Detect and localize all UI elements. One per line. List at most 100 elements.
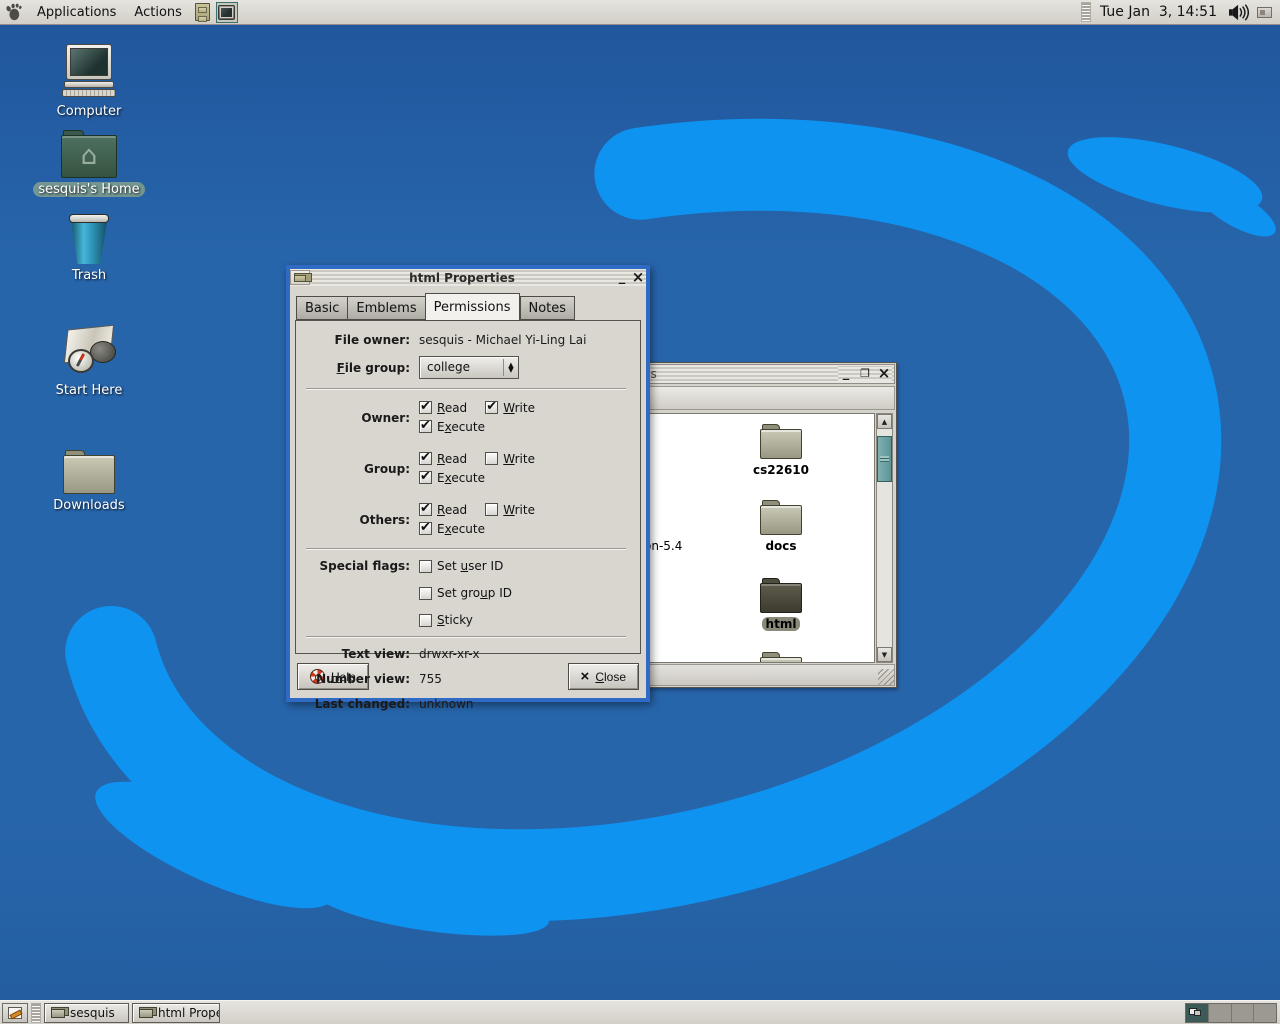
compass-map-icon bbox=[60, 327, 118, 379]
owner-execute-checkbox[interactable] bbox=[419, 420, 432, 433]
separator bbox=[306, 548, 626, 550]
folder-label: docs bbox=[761, 539, 800, 553]
terminal-launcher[interactable] bbox=[216, 2, 238, 23]
folder-label: cs22610 bbox=[749, 463, 813, 477]
scroll-down-button[interactable]: ▼ bbox=[877, 647, 892, 662]
folder-icon-selected bbox=[760, 578, 802, 613]
file-owner-value: sesquis - Michael Yi-Ling Lai bbox=[419, 333, 628, 347]
desktop-icon-downloads[interactable]: Downloads bbox=[33, 450, 145, 513]
resize-grip[interactable] bbox=[878, 669, 894, 685]
close-icon[interactable]: × bbox=[630, 270, 646, 285]
last-changed-label: Last changed: bbox=[304, 697, 410, 711]
tab-bar: Basic Emblems Permissions Notes bbox=[290, 286, 646, 320]
permissions-tab-page: File owner: sesquis - Michael Yi-Ling La… bbox=[295, 320, 641, 654]
sticky-checkbox[interactable] bbox=[419, 614, 432, 627]
desktop-icon-label: Trash bbox=[67, 268, 111, 283]
workspace-2[interactable] bbox=[1209, 1004, 1232, 1022]
desktop-icon-home[interactable]: ⌂ sesquis's Home bbox=[33, 130, 145, 197]
file-group-label: File group: bbox=[304, 361, 410, 375]
number-view-value: 755 bbox=[419, 672, 628, 686]
others-row-label: Others: bbox=[304, 513, 410, 527]
scroll-up-button[interactable]: ▲ bbox=[877, 414, 892, 429]
desktop-icon-label: Computer bbox=[52, 104, 127, 119]
workspace-1[interactable] bbox=[1186, 1004, 1209, 1022]
file-cabinet-icon bbox=[195, 3, 210, 21]
owner-read-checkbox[interactable] bbox=[419, 401, 432, 414]
separator bbox=[306, 388, 626, 390]
set-user-id-checkbox[interactable] bbox=[419, 560, 432, 573]
group-write-checkbox[interactable] bbox=[485, 452, 498, 465]
desktop-icon-start-here[interactable]: Start Here bbox=[33, 327, 145, 398]
actions-menu[interactable]: Actions bbox=[125, 2, 191, 23]
others-read-checkbox[interactable] bbox=[419, 503, 432, 516]
task-button-html-properties[interactable]: html Prope bbox=[132, 1003, 220, 1023]
special-flags-label: Special flags: bbox=[304, 559, 410, 573]
top-panel: Applications Actions Tue Jan 3, 14:51 bbox=[0, 0, 1280, 25]
clock-applet[interactable]: Tue Jan 3, 14:51 bbox=[1094, 4, 1223, 20]
close-button[interactable]: × bbox=[876, 366, 892, 381]
task-button-sesquis[interactable]: sesquis bbox=[44, 1003, 129, 1023]
tab-basic[interactable]: Basic bbox=[296, 296, 347, 320]
volume-speaker-icon[interactable] bbox=[1227, 2, 1251, 22]
folder-icon bbox=[63, 450, 115, 494]
separator bbox=[306, 636, 626, 638]
folder-icon bbox=[51, 1007, 65, 1018]
folder-item[interactable]: cs22610 bbox=[738, 424, 824, 478]
text-view-label: Text view: bbox=[304, 647, 410, 661]
file-owner-label: File owner: bbox=[304, 333, 410, 347]
workspace-4[interactable] bbox=[1254, 1004, 1276, 1022]
folder-item-partial[interactable] bbox=[738, 652, 824, 663]
folder-icon bbox=[760, 500, 802, 535]
maximize-button[interactable]: ❐ bbox=[857, 366, 873, 381]
folder-item[interactable]: docs bbox=[738, 500, 824, 554]
folder-icon bbox=[760, 652, 802, 663]
home-folder-icon: ⌂ bbox=[61, 130, 117, 178]
folder-item-selected[interactable]: html bbox=[738, 578, 824, 632]
workspace-3[interactable] bbox=[1232, 1004, 1255, 1022]
owner-write-checkbox[interactable] bbox=[485, 401, 498, 414]
set-group-id-checkbox[interactable] bbox=[419, 587, 432, 600]
group-read-checkbox[interactable] bbox=[419, 452, 432, 465]
spinner-arrows-icon: ▲▼ bbox=[504, 357, 518, 378]
others-write-checkbox[interactable] bbox=[485, 503, 498, 516]
bottom-panel: sesquis html Prope bbox=[0, 1000, 1280, 1024]
text-view-value: drwxr-xr-x bbox=[419, 647, 628, 661]
desktop-icon-label: Start Here bbox=[51, 383, 128, 398]
minimize-button[interactable]: _ bbox=[614, 270, 630, 285]
file-group-dropdown[interactable]: college ▲▼ bbox=[419, 356, 519, 379]
folder-icon bbox=[760, 424, 802, 459]
vertical-scrollbar[interactable]: ▲ ▼ bbox=[876, 413, 893, 663]
computer-icon bbox=[62, 44, 116, 100]
tab-notes[interactable]: Notes bbox=[520, 296, 576, 320]
file-group-value: college bbox=[420, 357, 503, 378]
others-execute-checkbox[interactable] bbox=[419, 522, 432, 535]
group-execute-checkbox[interactable] bbox=[419, 471, 432, 484]
workspace-switcher[interactable] bbox=[1185, 1003, 1277, 1023]
dialog-title: html Properties bbox=[310, 271, 614, 285]
minimize-button[interactable]: _ bbox=[838, 366, 854, 381]
tab-permissions[interactable]: Permissions bbox=[425, 293, 520, 321]
dialog-titlebar[interactable]: html Properties _ × bbox=[290, 269, 646, 286]
properties-dialog: html Properties _ × Basic Emblems Permis… bbox=[286, 265, 650, 702]
owner-row-label: Owner: bbox=[304, 411, 410, 425]
desktop-icon-computer[interactable]: Computer bbox=[33, 44, 145, 119]
folder-icon bbox=[139, 1007, 153, 1018]
panel-drag-handle[interactable] bbox=[31, 1003, 41, 1023]
file-manager-launcher[interactable] bbox=[192, 2, 214, 23]
desktop-icon-label: sesquis's Home bbox=[33, 182, 144, 197]
tray-icon[interactable] bbox=[1257, 7, 1272, 18]
terminal-icon bbox=[218, 5, 235, 20]
scrollbar-thumb[interactable] bbox=[877, 436, 892, 482]
number-view-label: Number view: bbox=[304, 672, 410, 686]
desktop-icon-trash[interactable]: Trash bbox=[33, 214, 145, 283]
gnome-foot-icon[interactable] bbox=[5, 3, 22, 21]
applications-menu[interactable]: Applications bbox=[28, 2, 125, 23]
show-desktop-icon bbox=[8, 1007, 22, 1019]
group-row-label: Group: bbox=[304, 462, 410, 476]
trash-icon bbox=[67, 214, 111, 264]
show-desktop-button[interactable] bbox=[2, 1003, 28, 1023]
folder-label: html bbox=[762, 617, 801, 631]
panel-drag-handle[interactable] bbox=[1081, 2, 1091, 22]
tab-emblems[interactable]: Emblems bbox=[347, 296, 424, 320]
window-icon bbox=[290, 270, 310, 285]
